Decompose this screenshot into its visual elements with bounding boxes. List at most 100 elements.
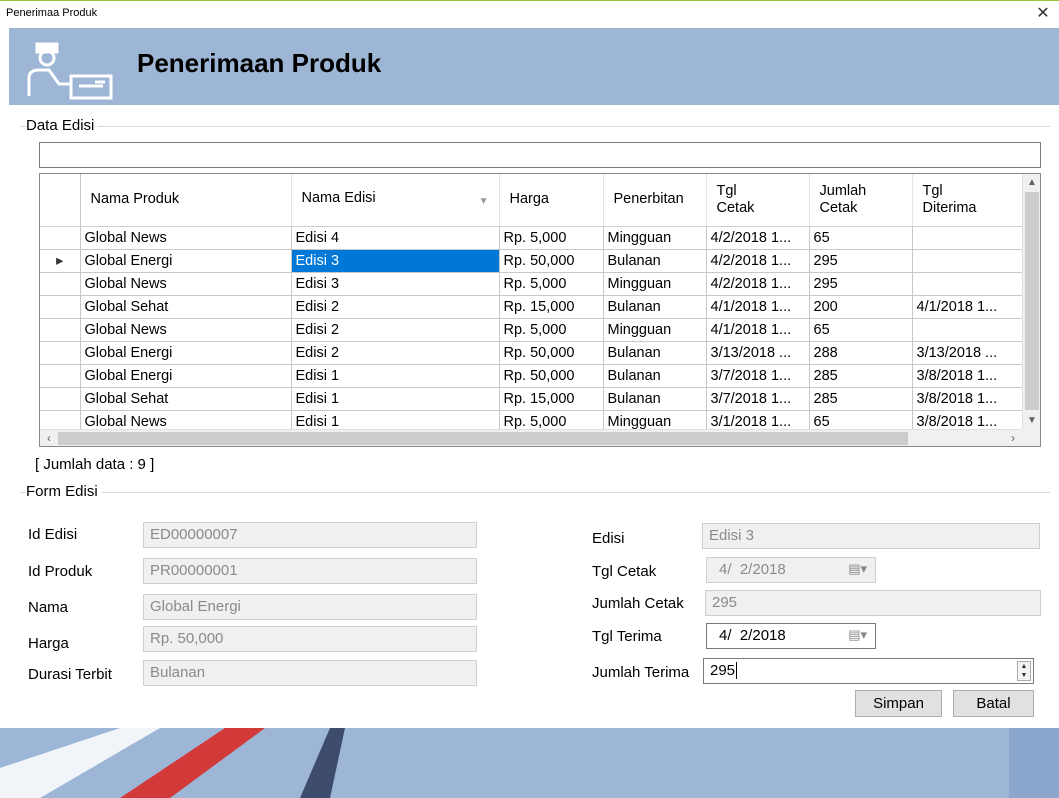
- table-cell[interactable]: [912, 226, 1023, 250]
- table-cell[interactable]: Rp. 50,000: [499, 341, 604, 365]
- table-cell[interactable]: 3/7/2018 1...: [706, 387, 810, 411]
- table-cell[interactable]: Edisi 3: [291, 272, 500, 296]
- spinner-arrows-icon[interactable]: ▲ ▼: [1017, 661, 1031, 681]
- table-cell[interactable]: 295: [809, 249, 913, 273]
- table-cell[interactable]: Global Sehat: [80, 387, 292, 411]
- scroll-left-icon[interactable]: ‹: [40, 430, 58, 446]
- table-cell[interactable]: Rp. 5,000: [499, 272, 604, 296]
- table-cell[interactable]: 3/8/2018 1...: [912, 387, 1023, 411]
- table-cell[interactable]: 3/8/2018 1...: [912, 364, 1023, 388]
- edisi-data-grid[interactable]: Nama Produk Nama Edisi ▼ Harga Penerbitan…: [39, 173, 1041, 447]
- table-cell[interactable]: Rp. 5,000: [499, 226, 604, 250]
- table-cell[interactable]: 3/7/2018 1...: [706, 364, 810, 388]
- calendar-dropdown-icon[interactable]: ▤▾: [848, 627, 867, 643]
- column-header-penerbitan[interactable]: Penerbitan: [603, 174, 707, 227]
- table-cell[interactable]: 288: [809, 341, 913, 365]
- horizontal-scrollbar[interactable]: ‹ ›: [40, 429, 1022, 446]
- table-cell[interactable]: 200: [809, 295, 913, 319]
- vertical-scroll-thumb[interactable]: [1025, 192, 1039, 410]
- row-header[interactable]: [40, 341, 81, 365]
- scroll-right-icon[interactable]: ›: [1004, 430, 1022, 446]
- table-cell[interactable]: [912, 272, 1023, 296]
- nama-field[interactable]: Global Energi: [143, 594, 477, 620]
- table-cell[interactable]: Global News: [80, 272, 292, 296]
- row-header[interactable]: [40, 318, 81, 342]
- table-cell[interactable]: 295: [809, 272, 913, 296]
- row-header[interactable]: [40, 387, 81, 411]
- table-cell[interactable]: Mingguan: [603, 226, 707, 250]
- durasi-terbit-field[interactable]: Bulanan: [143, 660, 477, 686]
- id-produk-field[interactable]: PR00000001: [143, 558, 477, 584]
- column-header-harga[interactable]: Harga: [499, 174, 604, 227]
- column-header-jumlah-cetak[interactable]: Jumlah Cetak: [809, 174, 913, 227]
- table-cell[interactable]: 4/2/2018 1...: [706, 249, 810, 273]
- table-cell[interactable]: Global Energi: [80, 364, 292, 388]
- table-cell[interactable]: Global Energi: [80, 341, 292, 365]
- id-edisi-field[interactable]: ED00000007: [143, 522, 477, 548]
- column-header-tgl-cetak[interactable]: Tgl Cetak: [706, 174, 810, 227]
- table-cell[interactable]: Edisi 2: [291, 318, 500, 342]
- table-cell[interactable]: Rp. 50,000: [499, 249, 604, 273]
- table-cell[interactable]: 4/2/2018 1...: [706, 226, 810, 250]
- table-cell[interactable]: 4/2/2018 1...: [706, 272, 810, 296]
- table-row[interactable]: Global News Edisi 3 Rp. 5,000 Mingguan 4/2/2…: [40, 272, 1023, 296]
- horizontal-scroll-thumb[interactable]: [58, 432, 908, 445]
- tgl-terima-datepicker[interactable]: 4/ 2/2018 ▤▾: [706, 623, 876, 649]
- table-cell[interactable]: 4/1/2018 1...: [706, 295, 810, 319]
- table-cell[interactable]: Mingguan: [603, 272, 707, 296]
- table-row[interactable]: Global News Edisi 4 Rp. 5,000 Mingguan 4/2/2…: [40, 226, 1023, 250]
- table-cell[interactable]: [912, 318, 1023, 342]
- close-button[interactable]: ✕: [1033, 3, 1053, 25]
- search-input[interactable]: [39, 142, 1041, 168]
- table-cell[interactable]: Edisi 1: [291, 364, 500, 388]
- column-header-tgl-diterima[interactable]: Tgl Diterima: [912, 174, 1023, 227]
- batal-button[interactable]: Batal: [953, 690, 1034, 717]
- table-cell[interactable]: Edisi 2: [291, 295, 500, 319]
- row-header[interactable]: [40, 295, 81, 319]
- table-cell[interactable]: Edisi 2: [291, 341, 500, 365]
- table-cell[interactable]: Rp. 50,000: [499, 364, 604, 388]
- jumlah-terima-input[interactable]: 295 ▲ ▼: [703, 658, 1034, 684]
- table-cell[interactable]: Rp. 5,000: [499, 318, 604, 342]
- table-cell[interactable]: Bulanan: [603, 364, 707, 388]
- scroll-down-icon[interactable]: ▼: [1023, 412, 1040, 430]
- jumlah-cetak-field[interactable]: 295: [705, 590, 1041, 616]
- table-cell[interactable]: [912, 249, 1023, 273]
- table-cell[interactable]: Global Energi: [80, 249, 292, 273]
- table-row[interactable]: Global Sehat Edisi 1 Rp. 15,000 Bulanan 3/7/…: [40, 387, 1023, 411]
- column-header-nama-edisi[interactable]: Nama Edisi ▼: [291, 174, 500, 227]
- vertical-scrollbar[interactable]: ▲ ▼: [1022, 174, 1040, 430]
- table-cell[interactable]: 285: [809, 387, 913, 411]
- table-cell[interactable]: Rp. 15,000: [499, 387, 604, 411]
- row-header[interactable]: [40, 272, 81, 296]
- table-cell[interactable]: Edisi 4: [291, 226, 500, 250]
- table-cell[interactable]: 3/13/2018 ...: [912, 341, 1023, 365]
- column-header-nama-produk[interactable]: Nama Produk: [80, 174, 292, 227]
- table-row[interactable]: ▸ Global Energi Edisi 3 Rp. 50,000 Bulanan 4/…: [40, 249, 1023, 273]
- edisi-field[interactable]: Edisi 3: [702, 523, 1040, 549]
- table-cell[interactable]: 65: [809, 226, 913, 250]
- table-cell[interactable]: 3/13/2018 ...: [706, 341, 810, 365]
- table-cell[interactable]: Edisi 1: [291, 387, 500, 411]
- table-row[interactable]: Global News Edisi 2 Rp. 5,000 Mingguan 4/1/2…: [40, 318, 1023, 342]
- table-cell[interactable]: Global Sehat: [80, 295, 292, 319]
- table-cell[interactable]: Global News: [80, 226, 292, 250]
- row-header[interactable]: ▸: [40, 249, 81, 273]
- calendar-dropdown-icon[interactable]: ▤▾: [848, 561, 867, 577]
- table-cell[interactable]: Rp. 15,000: [499, 295, 604, 319]
- table-cell[interactable]: 4/1/2018 1...: [912, 295, 1023, 319]
- table-cell[interactable]: Bulanan: [603, 295, 707, 319]
- table-row[interactable]: Global Energi Edisi 1 Rp. 50,000 Bulanan 3/7…: [40, 364, 1023, 388]
- table-cell[interactable]: Bulanan: [603, 387, 707, 411]
- table-cell[interactable]: 285: [809, 364, 913, 388]
- table-cell[interactable]: Bulanan: [603, 341, 707, 365]
- table-row[interactable]: Global Energi Edisi 2 Rp. 50,000 Bulanan 3/1…: [40, 341, 1023, 365]
- tgl-cetak-datepicker[interactable]: 4/ 2/2018 ▤▾: [706, 557, 876, 583]
- harga-field[interactable]: Rp. 50,000: [143, 626, 477, 652]
- table-cell[interactable]: Edisi 3: [291, 249, 500, 273]
- scroll-up-icon[interactable]: ▲: [1023, 174, 1040, 192]
- table-cell[interactable]: 65: [809, 318, 913, 342]
- table-cell[interactable]: Mingguan: [603, 318, 707, 342]
- simpan-button[interactable]: Simpan: [855, 690, 942, 717]
- row-header[interactable]: [40, 364, 81, 388]
